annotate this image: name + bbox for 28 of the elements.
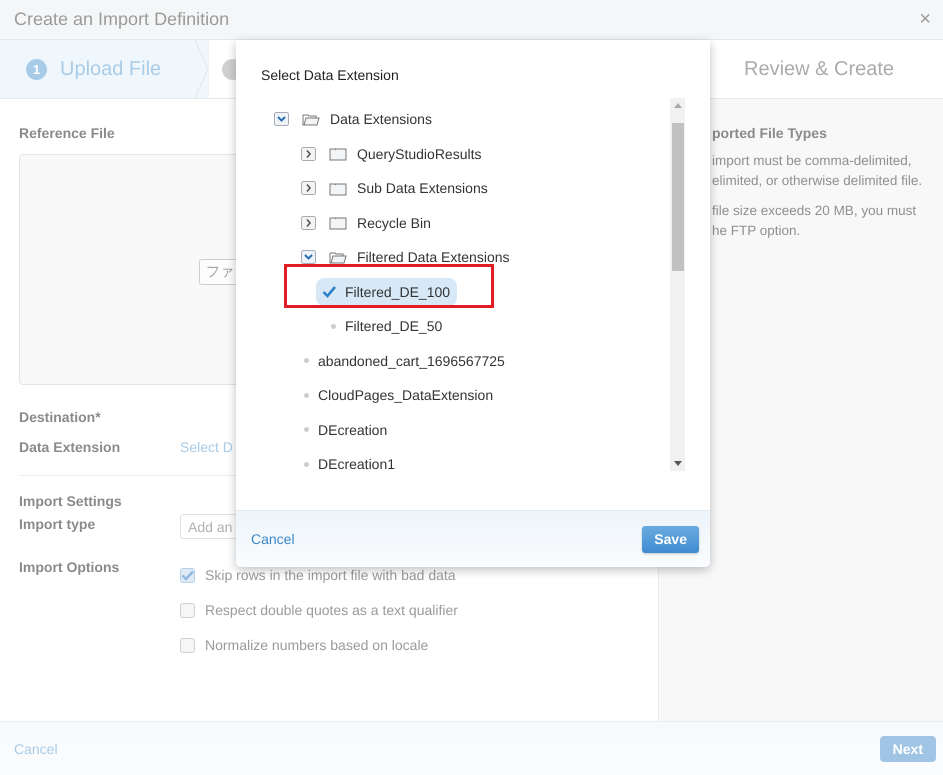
info-text: file size exceeds 20 MB, you must he FTP option. [712,202,918,240]
tree-item[interactable]: Filtered_DE_50 [316,312,450,340]
dialog-title: Select Data Extension [260,66,400,85]
field-label: Import type [19,515,96,532]
field-label: Data Extension [19,439,122,455]
option-label: Normalize numbers based on locale [205,637,428,653]
tree-item[interactable]: Filtered_DE_100 [316,278,458,306]
tree-item[interactable]: abandoned_cart_1696567725 [289,346,512,375]
section-heading: Import Settings [19,493,123,509]
panel-heading: ported File Types [712,125,828,141]
folder-label[interactable]: Recycle Bin [357,214,431,231]
option-label: Skip rows in the import file with bad data [205,567,456,583]
tree-item[interactable]: CloudPages_DataExtension [289,381,500,410]
folder-label[interactable]: Filtered Data Extensions [357,249,510,266]
section-heading: Reference File [19,125,116,141]
folder-label[interactable]: Sub Data Extensions [357,180,488,196]
folder-label[interactable]: QueryStudioResults [357,146,482,162]
step-label: Upload File [60,58,162,80]
tree-item[interactable]: DEcreation [289,416,394,444]
info-text: import must be comma-delimited, elimited, or otherwise delimited file. [712,152,924,190]
folder-label[interactable]: Data Extensions [330,111,432,128]
tree-item[interactable]: DEcreation1 [289,450,402,471]
step-number: 1 [26,58,47,80]
option-label: Respect double quotes as a text qualifier [205,602,458,618]
window-title: Create an Import Definition [14,9,230,30]
field-label: Import Options [19,559,120,575]
section-heading: Destination* [19,409,102,425]
step-label: Review & Create [744,58,894,80]
